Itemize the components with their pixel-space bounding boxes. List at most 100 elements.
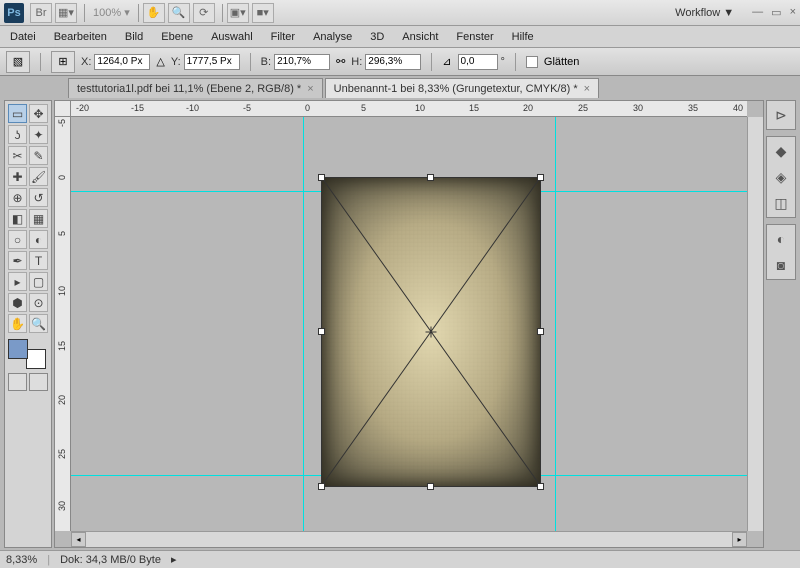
stamp-tool[interactable]: ⊕	[8, 188, 27, 207]
ruler-origin[interactable]	[55, 101, 71, 117]
maximize-button[interactable]: ▭	[771, 6, 781, 19]
guide[interactable]	[555, 117, 556, 531]
path-select-tool[interactable]: ▸	[8, 272, 27, 291]
tab-unbenannt[interactable]: Unbenannt-1 bei 8,33% (Grungetextur, CMY…	[325, 78, 599, 98]
ruler-tick: 20	[57, 395, 67, 405]
document-tabs: testtutoria1l.pdf bei 11,1% (Ebene 2, RG…	[0, 76, 800, 98]
adjustments-icon[interactable]: ◐	[771, 229, 791, 249]
ruler-horizontal[interactable]: -20 -15 -10 -5 0 5 10 15 20 25 30 35 40	[71, 101, 747, 117]
marquee-tool[interactable]: ▭	[8, 104, 27, 123]
color-swatches[interactable]	[8, 339, 48, 369]
y-label: Y:	[171, 56, 181, 68]
bridge-button[interactable]: Br	[30, 3, 52, 23]
zoom-dropdown[interactable]: 100% ▾	[89, 4, 134, 21]
arrange-btn[interactable]: ▣▾	[227, 3, 249, 23]
3d-camera-tool[interactable]: ⊙	[29, 293, 48, 312]
guide[interactable]	[303, 117, 304, 531]
doc-info[interactable]: Dok: 34,3 MB/0 Byte	[60, 554, 161, 566]
menu-fenster[interactable]: Fenster	[456, 31, 493, 43]
lasso-tool[interactable]: ʖ	[8, 125, 27, 144]
h-input[interactable]	[365, 54, 421, 70]
ruler-tick: -5	[243, 103, 251, 113]
move-tool[interactable]: ✥	[29, 104, 48, 123]
eraser-tool[interactable]: ◧	[8, 209, 27, 228]
canvas[interactable]	[71, 117, 747, 531]
angle-input[interactable]	[458, 54, 498, 70]
menu-auswahl[interactable]: Auswahl	[211, 31, 253, 43]
separator	[84, 4, 85, 22]
y-input[interactable]	[184, 54, 240, 70]
link-icon[interactable]: ⚯	[336, 55, 345, 68]
paths-icon[interactable]: ◫	[771, 193, 791, 213]
hand-tool-btn[interactable]: ✋	[143, 3, 165, 23]
menu-analyse[interactable]: Analyse	[313, 31, 352, 43]
screen-mode-button[interactable]: ▦▾	[55, 3, 77, 23]
menu-3d[interactable]: 3D	[370, 31, 384, 43]
menu-ebene[interactable]: Ebene	[161, 31, 193, 43]
layers-icon[interactable]: ◆	[771, 141, 791, 161]
history-brush-tool[interactable]: ↺	[29, 188, 48, 207]
close-button[interactable]: ×	[790, 6, 796, 19]
shape-tool[interactable]: ▢	[29, 272, 48, 291]
ruler-tick: -15	[131, 103, 144, 113]
reference-point-icon[interactable]: ⊞	[51, 51, 75, 73]
minimize-button[interactable]: —	[752, 6, 763, 19]
separator	[40, 53, 41, 71]
workspace-switcher[interactable]: Workflow ▼	[667, 5, 742, 21]
scrollbar-horizontal[interactable]: ◂ ▸	[71, 531, 747, 547]
brush-tool[interactable]: 🖌	[29, 167, 48, 186]
tab-label: testtutoria1l.pdf bei 11,1% (Ebene 2, RG…	[77, 83, 301, 95]
healing-tool[interactable]: ✚	[8, 167, 27, 186]
triangle-icon[interactable]: △	[156, 55, 164, 68]
separator	[515, 53, 516, 71]
quick-mask[interactable]	[8, 373, 48, 391]
ruler-vertical[interactable]: -5 0 5 10 15 20 25 30	[55, 117, 71, 531]
dodge-tool[interactable]: ◐	[29, 230, 48, 249]
fg-color[interactable]	[8, 339, 28, 359]
close-icon[interactable]: ×	[307, 83, 313, 95]
rotate-view-btn[interactable]: ⟳	[193, 3, 215, 23]
menu-ansicht[interactable]: Ansicht	[402, 31, 438, 43]
zoom-tool-btn[interactable]: 🔍	[168, 3, 190, 23]
scroll-right-button[interactable]: ▸	[732, 532, 747, 547]
tab-testtutorial[interactable]: testtutoria1l.pdf bei 11,1% (Ebene 2, RG…	[68, 78, 323, 98]
x-input[interactable]	[94, 54, 150, 70]
ruler-tick: 5	[57, 231, 67, 236]
eyedropper-tool[interactable]: ✎	[29, 146, 48, 165]
menu-hilfe[interactable]: Hilfe	[512, 31, 534, 43]
scroll-left-button[interactable]: ◂	[71, 532, 86, 547]
expand-icon[interactable]: ⊳	[771, 105, 791, 125]
3d-tool[interactable]: ⬢	[8, 293, 27, 312]
app-logo[interactable]: Ps	[4, 3, 24, 23]
menu-bearbeiten[interactable]: Bearbeiten	[54, 31, 107, 43]
pen-tool[interactable]: ✒	[8, 251, 27, 270]
tool-preset-icon[interactable]: ▧	[6, 51, 30, 73]
crop-tool[interactable]: ✂	[8, 146, 27, 165]
menu-filter[interactable]: Filter	[271, 31, 295, 43]
zoom-tool[interactable]: 🔍	[29, 314, 48, 333]
ruler-tick: 0	[305, 103, 310, 113]
ruler-tick: 0	[57, 175, 67, 180]
separator	[250, 53, 251, 71]
screen-btn[interactable]: ■▾	[252, 3, 274, 23]
right-panels: ⊳ ◆ ◈ ◫ ◐ ◙	[766, 100, 796, 548]
menu-bild[interactable]: Bild	[125, 31, 143, 43]
bg-color[interactable]	[26, 349, 46, 369]
ruler-tick: 15	[469, 103, 479, 113]
camera-icon[interactable]: ◙	[771, 255, 791, 275]
channels-icon[interactable]: ◈	[771, 167, 791, 187]
close-icon[interactable]: ×	[584, 83, 590, 95]
blur-tool[interactable]: ○	[8, 230, 27, 249]
scrollbar-vertical[interactable]	[747, 117, 763, 531]
ruler-tick: 30	[57, 501, 67, 511]
chevron-right-icon[interactable]: ▸	[171, 553, 177, 566]
w-input[interactable]	[274, 54, 330, 70]
type-tool[interactable]: T	[29, 251, 48, 270]
menu-datei[interactable]: Datei	[10, 31, 36, 43]
hand-tool[interactable]: ✋	[8, 314, 27, 333]
gradient-tool[interactable]: ▦	[29, 209, 48, 228]
zoom-status[interactable]: 8,33%	[6, 554, 37, 566]
smooth-checkbox[interactable]	[526, 56, 538, 68]
wand-tool[interactable]: ✦	[29, 125, 48, 144]
layer-content[interactable]	[321, 177, 541, 487]
